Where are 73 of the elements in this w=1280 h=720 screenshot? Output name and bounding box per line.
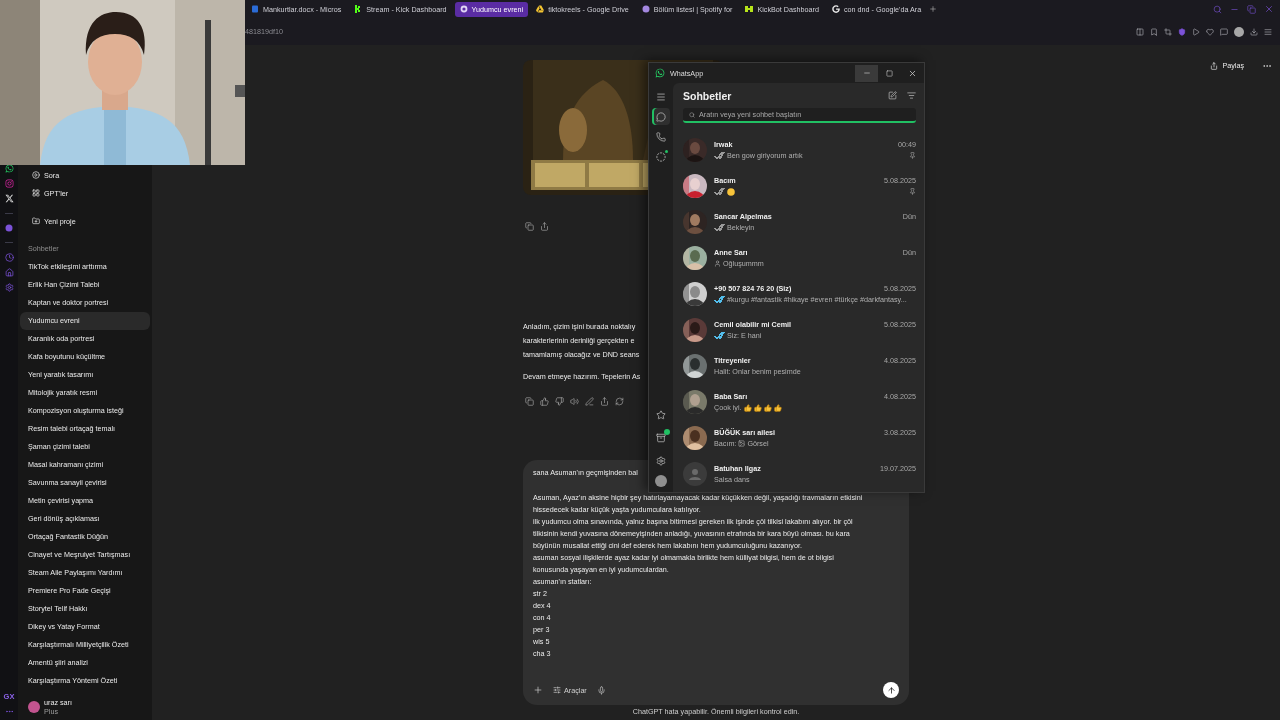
new-tab-icon[interactable] — [929, 5, 938, 13]
profile-icon[interactable] — [1234, 26, 1244, 37]
chat-icon — [656, 111, 666, 122]
play-icon[interactable] — [1192, 27, 1200, 36]
avatar[interactable] — [655, 475, 667, 487]
thumbs-down-icon[interactable] — [555, 397, 564, 406]
thumbs-up-emoji-icon — [773, 403, 782, 412]
avatar[interactable] — [28, 701, 40, 713]
refresh-icon[interactable] — [615, 397, 624, 406]
document-icon — [251, 5, 259, 13]
nav-button[interactable] — [652, 108, 670, 125]
panel-title: Sohbetler — [683, 89, 732, 102]
whatsapp-icon — [655, 68, 665, 78]
x-icon[interactable] — [4, 194, 14, 203]
google-icon — [831, 5, 840, 13]
play-icon — [32, 171, 40, 179]
person-icon — [714, 260, 721, 267]
menu-icon[interactable] — [1264, 27, 1272, 36]
grid-icon — [32, 189, 40, 197]
microphone-icon[interactable] — [596, 685, 606, 695]
speaker-icon[interactable] — [570, 397, 579, 406]
search-icon[interactable] — [1213, 4, 1222, 14]
app-logo-icon — [641, 5, 650, 13]
share-icon[interactable] — [540, 222, 549, 231]
clock-icon[interactable] — [4, 253, 14, 262]
copy-icon[interactable] — [525, 222, 534, 231]
new-chat-icon[interactable] — [888, 91, 897, 100]
star-icon — [656, 409, 666, 420]
thumbs-up-emoji-icon — [763, 403, 772, 412]
status-icon — [656, 151, 666, 162]
archive-icon — [656, 432, 666, 443]
instagram-icon[interactable] — [4, 179, 14, 188]
split-view-icon[interactable] — [1136, 27, 1144, 36]
phone-icon — [656, 131, 666, 142]
close-icon — [908, 68, 917, 78]
image-icon — [738, 440, 746, 447]
new-status-dot — [665, 150, 668, 153]
arrow-up-icon — [886, 685, 896, 695]
sliders-icon — [553, 686, 561, 694]
circle-icon[interactable] — [5, 224, 13, 232]
thumbs-up-emoji-icon — [753, 403, 762, 412]
settings-icon[interactable] — [4, 283, 14, 292]
heart-icon[interactable] — [1206, 27, 1214, 36]
app-logo-icon — [459, 5, 468, 13]
thumbs-up-icon[interactable] — [540, 397, 549, 406]
send-button[interactable] — [883, 682, 899, 698]
plus-icon[interactable] — [533, 685, 543, 695]
notification-badge — [664, 429, 670, 435]
copy-icon[interactable] — [525, 397, 534, 406]
maximize-icon — [886, 69, 893, 77]
app-logo-icon — [745, 5, 754, 13]
bookmark-icon[interactable] — [1150, 27, 1158, 36]
app-logo-icon — [354, 5, 363, 13]
folder-icon — [32, 217, 40, 225]
close-icon[interactable] — [1264, 4, 1274, 14]
shield-icon[interactable] — [1178, 27, 1186, 36]
search-icon — [689, 112, 695, 118]
settings-icon — [656, 455, 666, 466]
download-icon[interactable] — [1250, 27, 1258, 36]
crop-icon[interactable] — [1164, 27, 1172, 36]
share-icon — [1210, 61, 1219, 70]
minimize-button[interactable] — [855, 64, 878, 82]
pen-icon[interactable] — [585, 397, 594, 406]
chat-bubble-icon[interactable] — [1220, 27, 1228, 36]
menu-icon — [656, 91, 666, 102]
minimize-icon — [862, 69, 871, 77]
home-icon[interactable] — [4, 268, 14, 277]
more-icon[interactable] — [4, 707, 14, 716]
share-icon[interactable] — [600, 397, 609, 406]
drive-icon — [536, 5, 545, 13]
emoji-face-icon — [727, 187, 735, 196]
filter-icon[interactable] — [907, 91, 916, 100]
thumbs-up-emoji-icon — [743, 403, 752, 412]
